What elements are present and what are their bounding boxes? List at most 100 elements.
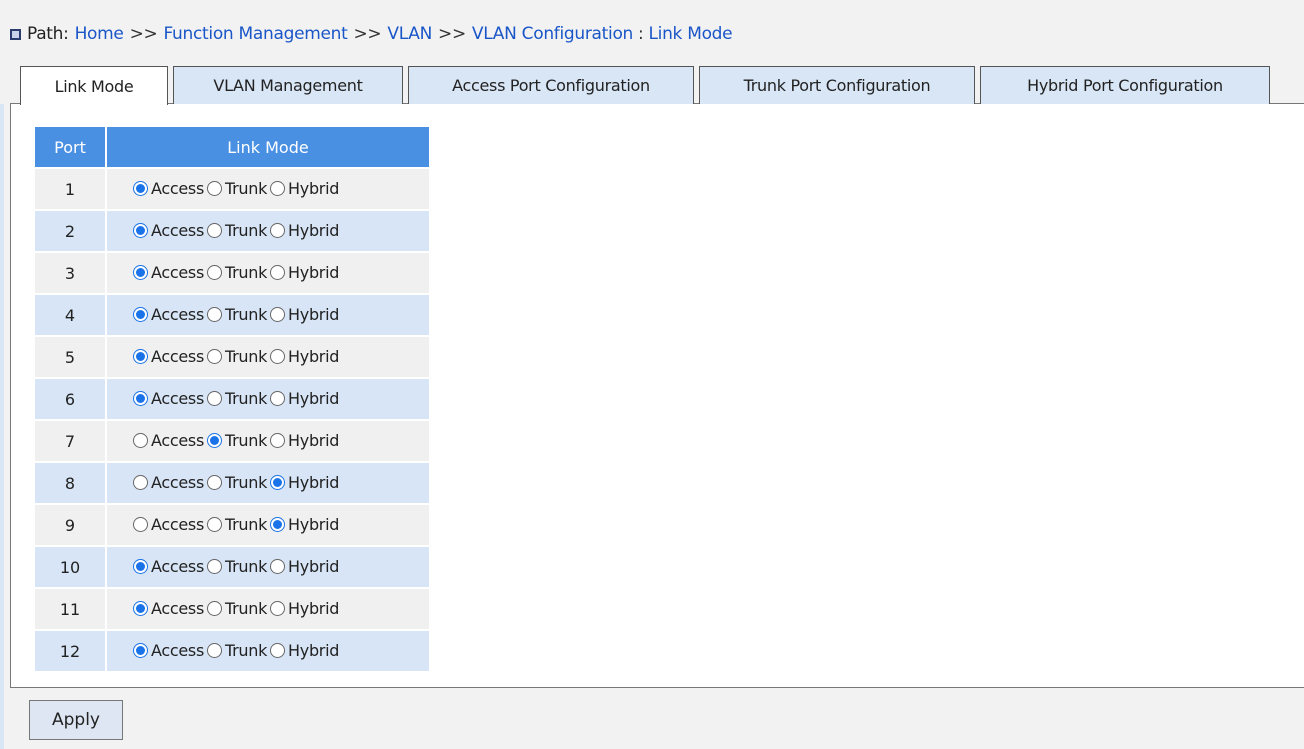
radio-button[interactable]: [206, 222, 222, 238]
radio-option-hybrid[interactable]: Hybrid: [270, 515, 339, 534]
breadcrumb-current[interactable]: Link Mode: [648, 24, 732, 44]
breadcrumb-home[interactable]: Home: [75, 24, 124, 44]
radio-option-access[interactable]: Access: [133, 599, 204, 618]
radio-option-hybrid[interactable]: Hybrid: [270, 179, 339, 198]
radio-button[interactable]: [206, 474, 222, 490]
port-cell: 1: [35, 169, 105, 209]
radio-button[interactable]: [270, 222, 286, 238]
left-edge-strip: [0, 104, 4, 749]
radio-button[interactable]: [270, 642, 286, 658]
table-row: 10 Access Trunk Hybrid: [35, 547, 429, 587]
column-header-link-mode: Link Mode: [107, 127, 429, 167]
radio-option-access[interactable]: Access: [133, 473, 204, 492]
radio-option-access[interactable]: Access: [133, 179, 204, 198]
radio-option-trunk[interactable]: Trunk: [206, 431, 267, 450]
radio-option-trunk[interactable]: Trunk: [206, 640, 268, 660]
radio-option-access[interactable]: Access: [133, 305, 204, 324]
radio-button[interactable]: [270, 390, 286, 406]
radio-button[interactable]: [270, 432, 286, 448]
radio-button[interactable]: [133, 180, 148, 196]
radio-option-trunk[interactable]: Trunk: [206, 220, 268, 240]
radio-label: Hybrid: [288, 640, 340, 660]
radio-button[interactable]: [206, 558, 222, 574]
radio-label: Trunk: [224, 304, 268, 324]
radio-label: Access: [151, 514, 204, 534]
radio-button[interactable]: [133, 390, 148, 406]
apply-button[interactable]: Apply: [29, 700, 123, 740]
radio-button[interactable]: [133, 474, 148, 490]
radio-button[interactable]: [206, 348, 222, 364]
port-cell: 12: [35, 631, 105, 671]
radio-label: Hybrid: [288, 262, 340, 282]
tab-hybrid-port-configuration[interactable]: Hybrid Port Configuration: [980, 66, 1270, 104]
radio-option-access[interactable]: Access: [133, 347, 204, 366]
radio-button[interactable]: [270, 306, 286, 322]
radio-option-hybrid[interactable]: Hybrid: [270, 221, 339, 240]
link-mode-cell: Access Trunk Hybrid: [107, 211, 429, 251]
radio-button[interactable]: [270, 474, 286, 490]
radio-button[interactable]: [133, 306, 148, 322]
radio-option-access[interactable]: Access: [133, 515, 204, 534]
radio-button[interactable]: [206, 180, 222, 196]
breadcrumb-vlan-configuration[interactable]: VLAN Configuration: [472, 24, 633, 44]
radio-button[interactable]: [133, 516, 148, 532]
table-row: 2 Access Trunk Hybrid: [35, 211, 429, 251]
radio-label: Trunk: [224, 220, 268, 240]
radio-option-trunk[interactable]: Trunk: [206, 599, 267, 618]
radio-button[interactable]: [206, 642, 222, 658]
radio-option-access[interactable]: Access: [133, 557, 204, 576]
radio-button[interactable]: [133, 642, 148, 658]
radio-option-access[interactable]: Access: [133, 431, 204, 450]
radio-option-trunk[interactable]: Trunk: [206, 347, 267, 366]
port-cell: 10: [35, 547, 105, 587]
radio-label: Trunk: [224, 640, 268, 660]
radio-option-trunk[interactable]: Trunk: [206, 263, 267, 282]
radio-button[interactable]: [133, 558, 148, 574]
radio-label: Access: [151, 430, 204, 450]
radio-option-access[interactable]: Access: [133, 389, 204, 408]
radio-option-trunk[interactable]: Trunk: [206, 389, 267, 408]
radio-button[interactable]: [133, 348, 148, 364]
radio-option-trunk[interactable]: Trunk: [206, 557, 267, 576]
radio-button[interactable]: [270, 558, 286, 574]
radio-option-hybrid[interactable]: Hybrid: [270, 263, 339, 282]
tab-trunk-port-configuration[interactable]: Trunk Port Configuration: [699, 66, 975, 104]
tab-link-mode[interactable]: Link Mode: [20, 66, 168, 105]
radio-button[interactable]: [133, 432, 148, 448]
radio-label: Access: [151, 346, 204, 366]
radio-button[interactable]: [206, 264, 222, 280]
tab-access-port-configuration[interactable]: Access Port Configuration: [408, 66, 694, 104]
radio-option-trunk[interactable]: Trunk: [206, 179, 267, 198]
radio-option-hybrid[interactable]: Hybrid: [270, 389, 339, 408]
radio-option-hybrid[interactable]: Hybrid: [270, 305, 339, 324]
radio-option-trunk[interactable]: Trunk: [206, 473, 267, 492]
radio-option-access[interactable]: Access: [133, 641, 204, 660]
radio-button[interactable]: [270, 264, 286, 280]
breadcrumb-function-management[interactable]: Function Management: [163, 24, 347, 44]
radio-option-trunk[interactable]: Trunk: [206, 515, 267, 534]
radio-button[interactable]: [133, 600, 148, 616]
radio-button[interactable]: [206, 306, 222, 322]
radio-button[interactable]: [206, 516, 222, 532]
radio-option-hybrid[interactable]: Hybrid: [270, 641, 339, 660]
radio-option-hybrid[interactable]: Hybrid: [270, 347, 339, 366]
radio-option-trunk[interactable]: Trunk: [206, 304, 268, 324]
tab-vlan-management[interactable]: VLAN Management: [173, 66, 403, 104]
radio-option-hybrid[interactable]: Hybrid: [270, 431, 339, 450]
radio-button[interactable]: [206, 432, 222, 448]
radio-button[interactable]: [270, 516, 286, 532]
radio-option-hybrid[interactable]: Hybrid: [270, 557, 339, 576]
radio-button[interactable]: [133, 222, 148, 238]
radio-button[interactable]: [270, 600, 286, 616]
radio-button[interactable]: [270, 180, 286, 196]
radio-option-hybrid[interactable]: Hybrid: [270, 599, 339, 618]
radio-button[interactable]: [133, 264, 148, 280]
radio-button[interactable]: [206, 390, 222, 406]
radio-button[interactable]: [270, 348, 286, 364]
breadcrumb-vlan[interactable]: VLAN: [387, 24, 432, 44]
link-mode-cell: Access Trunk Hybrid: [107, 295, 429, 335]
radio-option-access[interactable]: Access: [133, 263, 204, 282]
radio-button[interactable]: [206, 600, 222, 616]
radio-option-access[interactable]: Access: [133, 221, 204, 240]
radio-option-hybrid[interactable]: Hybrid: [270, 473, 339, 492]
